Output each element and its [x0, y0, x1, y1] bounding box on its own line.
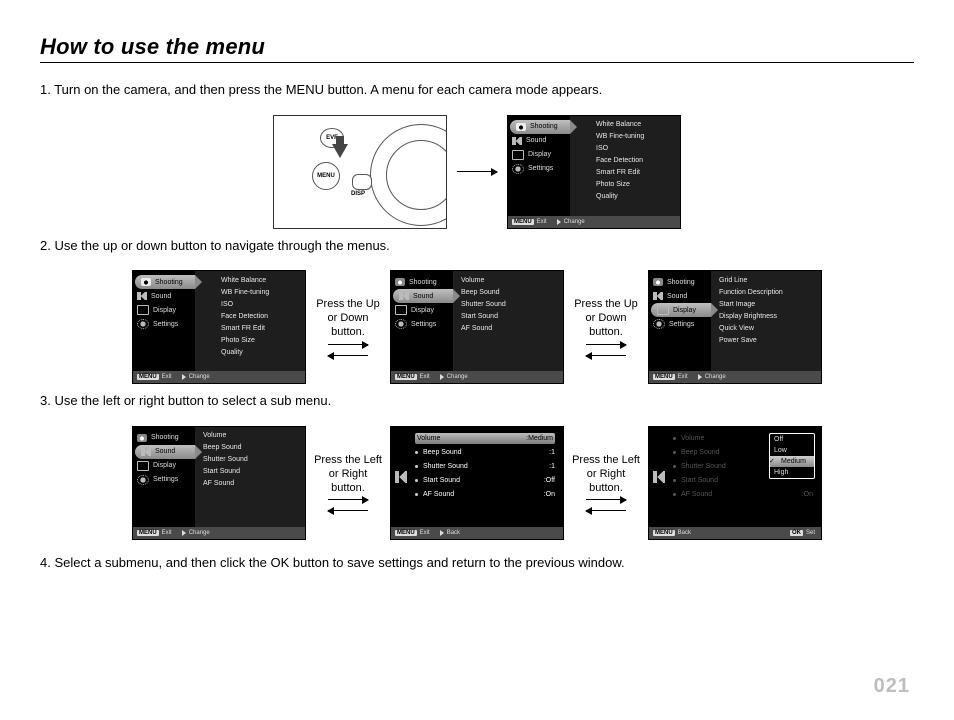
step-1-figure-row: EVF MENU Shooting Sound Display Settings…	[40, 115, 914, 229]
submenu-item-af[interactable]: AF Sound:On	[415, 489, 555, 500]
title-rule	[40, 62, 914, 63]
option-medium[interactable]: Medium	[770, 456, 814, 467]
double-arrow-icon	[582, 344, 630, 356]
disp-button-label	[352, 174, 372, 190]
sidebar-item-display[interactable]: Display	[508, 148, 570, 162]
menu-screen-display: Shooting Sound Display Settings Grid Lin…	[648, 270, 822, 384]
double-arrow-icon	[324, 344, 372, 356]
page-title: How to use the menu	[40, 34, 914, 60]
smartfr-icon	[578, 169, 592, 177]
caption-updown-1: Press the Up or Down button.	[312, 298, 384, 339]
submenu-item-start[interactable]: Start Sound:Off	[415, 475, 555, 486]
right-arrow-icon	[557, 219, 561, 225]
speaker-icon	[395, 471, 407, 483]
caption-leftright-2: Press the Left or Right button.	[570, 454, 642, 495]
wbft-icon	[578, 133, 592, 141]
volume-option-popup: Off Low Medium High	[769, 433, 815, 479]
menu-footer: MENUExit Change	[508, 216, 680, 228]
camera-illustration: EVF MENU	[273, 115, 447, 229]
size-icon	[578, 181, 592, 189]
speaker-icon	[512, 137, 522, 145]
menu-screen-sound: Shooting Sound Display Settings Volume B…	[390, 270, 564, 384]
caption-leftright-1: Press the Left or Right button.	[312, 454, 384, 495]
menu-screen-volume-values: Volume:Medium Beep Sound:1 Shutter Sound…	[390, 426, 564, 540]
display-icon	[512, 150, 524, 160]
step-2-text: 2. Use the up or down button to navigate…	[40, 237, 914, 255]
option-high[interactable]: High	[770, 467, 814, 478]
sidebar-item-settings[interactable]: Settings	[508, 162, 570, 176]
step-2-figure-row: Shooting Sound Display Settings White Ba…	[40, 270, 914, 384]
face-icon	[578, 157, 592, 165]
step-3-figure-row: Shooting Sound Display Settings Volume B…	[40, 426, 914, 540]
double-arrow-icon	[582, 499, 630, 511]
sidebar-item-sound[interactable]: Sound	[508, 134, 570, 148]
submenu-item-beep[interactable]: Beep Sound:1	[415, 447, 555, 458]
submenu-item-volume[interactable]: Volume:Medium	[415, 433, 555, 444]
menu-screen-sound-list: Shooting Sound Display Settings Volume B…	[132, 426, 306, 540]
sidebar-item-shooting[interactable]: Shooting	[510, 120, 570, 134]
menu-screen-volume-popup: Volume Beep Sound Shutter Sound Start So…	[648, 426, 822, 540]
option-low[interactable]: Low	[770, 445, 814, 456]
gear-icon	[512, 164, 524, 174]
iso-icon	[578, 145, 592, 153]
wb-icon	[578, 121, 592, 129]
menu-button-label: MENU	[312, 162, 340, 190]
step-4-text: 4. Select a submenu, and then click the …	[40, 554, 914, 572]
step-1-text: 1. Turn on the camera, and then press th…	[40, 81, 914, 99]
camera-icon	[516, 123, 526, 131]
speaker-icon	[653, 471, 665, 483]
arrow-right-icon	[453, 171, 501, 172]
caption-updown-2: Press the Up or Down button.	[570, 298, 642, 339]
submenu-item-shutter[interactable]: Shutter Sound:1	[415, 461, 555, 472]
menu-screen-shooting-2: Shooting Sound Display Settings White Ba…	[132, 270, 306, 384]
quality-icon	[578, 193, 592, 201]
menu-screen-shooting: Shooting Sound Display Settings White Ba…	[507, 115, 681, 229]
page-number: 021	[874, 675, 910, 698]
option-off[interactable]: Off	[770, 434, 814, 445]
step-3-text: 3. Use the left or right button to selec…	[40, 392, 914, 410]
double-arrow-icon	[324, 499, 372, 511]
press-arrow-icon	[332, 144, 348, 158]
